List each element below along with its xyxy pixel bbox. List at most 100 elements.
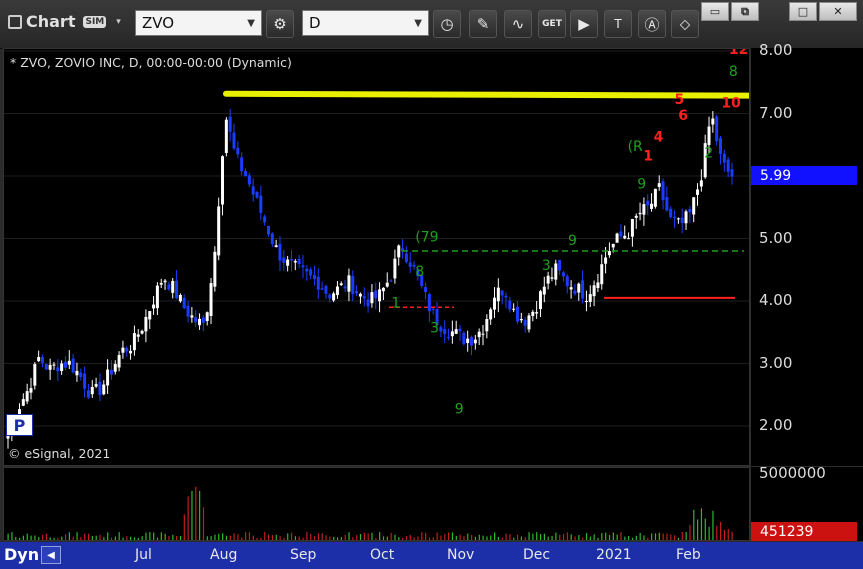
volume-bar: [329, 536, 331, 540]
volume-bar: [566, 532, 568, 540]
time-axis[interactable]: Jul Aug Sep Oct Nov Dec 2021 Feb: [0, 542, 863, 569]
volume-bar: [451, 532, 454, 540]
volume-bar: [605, 532, 607, 540]
p-marker[interactable]: P: [6, 414, 33, 436]
volume-bar: [229, 535, 231, 540]
candle-body: [52, 364, 56, 366]
candle-body: [305, 268, 309, 272]
sell-count-label: 10: [721, 95, 741, 111]
title-menu-icon[interactable]: ▾: [116, 17, 121, 27]
volume-bar: [689, 525, 691, 540]
get-icon[interactable]: GET: [538, 10, 566, 38]
volume-bar: [516, 534, 519, 540]
candle-body: [611, 243, 615, 248]
scroll-left-icon[interactable]: ◀: [41, 546, 61, 564]
volume-bar: [38, 537, 40, 540]
candle-body: [569, 287, 573, 290]
candle-body: [67, 360, 71, 365]
volume-bar: [202, 507, 205, 540]
restore-icon[interactable]: ▭: [701, 2, 729, 21]
close-icon[interactable]: ✕: [819, 2, 857, 21]
volume-bar: [528, 532, 530, 540]
volume-bar: [704, 518, 706, 540]
candle-body: [263, 216, 267, 223]
volume-bar: [225, 535, 228, 540]
text-icon[interactable]: T: [604, 10, 632, 38]
volume-bar: [432, 537, 434, 540]
candle-body: [424, 287, 428, 292]
candle-body: [470, 337, 474, 346]
popout-icon[interactable]: ⧉: [731, 2, 759, 21]
pencil-icon[interactable]: ✎: [469, 10, 497, 38]
candle-body: [389, 280, 393, 282]
candle-body: [282, 257, 286, 263]
volume-pane[interactable]: [3, 467, 750, 541]
volume-bar: [49, 537, 51, 540]
clock-icon[interactable]: ◷: [433, 10, 461, 38]
chevron-down-icon[interactable]: ▼: [414, 18, 422, 29]
chevron-down-icon[interactable]: ▼: [247, 18, 255, 29]
volume-bar: [478, 534, 480, 540]
volume-bar: [359, 534, 362, 540]
candle-body: [278, 243, 282, 261]
volume-bar: [187, 496, 189, 540]
price-axis[interactable]: 8.007.006.005.004.003.002.00: [751, 41, 863, 466]
volume-bar: [72, 536, 74, 540]
candle-body: [512, 308, 516, 310]
candle-body: [699, 180, 703, 187]
candle-body: [90, 386, 94, 395]
volume-bar: [562, 534, 565, 540]
candle-body: [711, 118, 715, 125]
candle-body: [661, 181, 665, 201]
volume-bar: [118, 532, 120, 540]
candle-body: [312, 274, 316, 280]
cursor-icon[interactable]: ⬦: [671, 10, 699, 38]
candle-body: [481, 333, 485, 335]
chart-toolbar: Chart SIM ▾ ZVO ▼ ⚙ D ▼ ◷ ✎ ∿ GET ▶ T Ⓐ …: [0, 0, 863, 49]
volume-bar: [61, 536, 63, 540]
volume-bar: [237, 534, 239, 540]
volume-bar: [677, 537, 680, 540]
interval-select[interactable]: D ▼: [302, 10, 429, 36]
volume-bar: [547, 536, 549, 540]
volume-bar: [179, 536, 182, 540]
volume-bar: [532, 533, 534, 540]
candle-body: [615, 233, 619, 243]
candle-body: [63, 361, 67, 368]
symbol-value: ZVO: [142, 14, 175, 32]
volume-bar: [26, 533, 28, 540]
candle-body: [75, 370, 79, 376]
maximize-icon[interactable]: □: [789, 2, 817, 21]
chart-icon: [8, 14, 22, 29]
volume-axis-label: 5000000: [759, 464, 826, 482]
candle-body: [458, 328, 462, 332]
volume-bar: [628, 535, 630, 540]
volume-bar: [486, 536, 488, 540]
candle-body: [600, 264, 604, 285]
time-axis-label: Dec: [523, 547, 551, 563]
volume-bar: [287, 533, 289, 540]
volume-bar: [616, 534, 618, 540]
copyright-text: © eSignal, 2021: [8, 446, 111, 461]
candle-body: [408, 262, 412, 267]
last-price-tag: 5.99: [751, 166, 857, 185]
candle-body: [163, 280, 167, 283]
volume-bar: [440, 535, 442, 540]
candle-body: [527, 315, 531, 330]
link-icon[interactable]: ⚙: [266, 10, 294, 38]
candle-body: [29, 388, 33, 393]
play-icon[interactable]: ▶: [570, 10, 598, 38]
sell-count-label: 6: [678, 108, 688, 124]
volume-bar: [275, 534, 277, 540]
price-plot[interactable]: 8 (79 1 3 9 9 3 (R 9 8 2 5 6 4 1 10 12: [3, 48, 750, 466]
candle-body: [715, 116, 719, 142]
sim-badge: SIM: [83, 15, 107, 28]
volume-bar: [199, 490, 201, 540]
volume-bar: [585, 533, 588, 540]
symbol-input[interactable]: ZVO ▼: [135, 10, 262, 36]
candle-body: [167, 284, 171, 290]
alert-icon[interactable]: Ⓐ: [638, 10, 666, 38]
td-count-label: 8: [415, 264, 424, 280]
indicator-icon[interactable]: ∿: [504, 10, 532, 38]
sell-count-label: 4: [654, 130, 664, 146]
